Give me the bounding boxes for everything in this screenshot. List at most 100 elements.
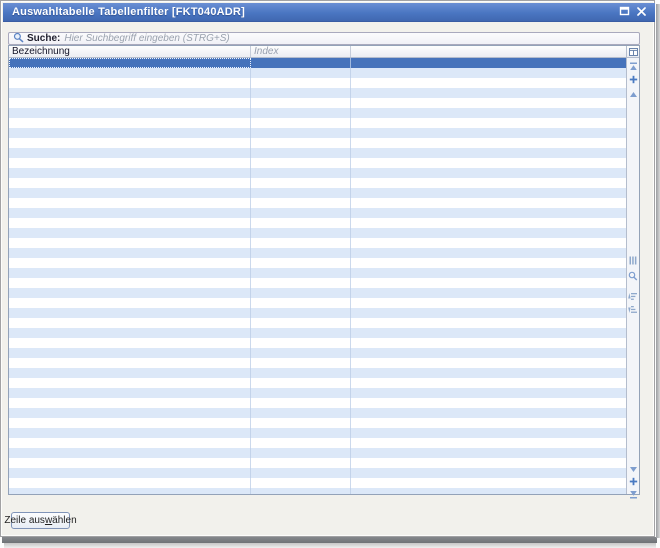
- table-row[interactable]: [9, 438, 626, 448]
- table-row[interactable]: [9, 348, 626, 358]
- search-bar[interactable]: Suche:: [8, 32, 640, 45]
- table-cell: [251, 458, 351, 468]
- table-row[interactable]: [9, 478, 626, 488]
- table-cell: [9, 88, 251, 98]
- table-row[interactable]: [9, 248, 626, 258]
- table-cell: [351, 388, 626, 398]
- table-row[interactable]: [9, 338, 626, 348]
- window-title: Auswahltabelle Tabellenfilter [FKT040ADR…: [3, 6, 245, 18]
- table-row[interactable]: [9, 308, 626, 318]
- table-cell: [251, 228, 351, 238]
- table-row[interactable]: [9, 188, 626, 198]
- table-cell: [351, 278, 626, 288]
- table-cell: [9, 198, 251, 208]
- table-row[interactable]: [9, 98, 626, 108]
- table-row[interactable]: [9, 168, 626, 178]
- table-row[interactable]: [9, 138, 626, 148]
- table-cell: [9, 258, 251, 268]
- table-row[interactable]: [9, 148, 626, 158]
- table-cell: [351, 348, 626, 358]
- sort-descending-button[interactable]: [627, 304, 639, 315]
- table-row[interactable]: [9, 108, 626, 118]
- table-row[interactable]: [9, 398, 626, 408]
- magnifier-small-icon: [628, 268, 638, 286]
- table-row[interactable]: [9, 328, 626, 338]
- table-cell: [251, 88, 351, 98]
- search-input[interactable]: [64, 33, 635, 44]
- column-header-index[interactable]: Index: [251, 46, 351, 57]
- table-cell: [9, 228, 251, 238]
- search-rows-button[interactable]: [627, 271, 639, 282]
- table-cell: [351, 198, 626, 208]
- table-row[interactable]: [9, 88, 626, 98]
- table-row-selected[interactable]: [9, 58, 626, 68]
- table-cell: [351, 58, 626, 68]
- table-row[interactable]: [9, 258, 626, 268]
- table-cell: [9, 298, 251, 308]
- table-row[interactable]: [9, 298, 626, 308]
- table-cell: [9, 448, 251, 458]
- table-row[interactable]: [9, 318, 626, 328]
- table-row[interactable]: [9, 408, 626, 418]
- table-row[interactable]: [9, 268, 626, 278]
- table-row[interactable]: [9, 288, 626, 298]
- titlebar[interactable]: Auswahltabelle Tabellenfilter [FKT040ADR…: [3, 3, 655, 22]
- table-cell: [251, 358, 351, 368]
- table-cell: [351, 478, 626, 488]
- table-cell: [9, 368, 251, 378]
- table-cell: [251, 148, 351, 158]
- scrollbar[interactable]: [626, 46, 639, 494]
- resize-grip-icon[interactable]: [627, 255, 639, 266]
- table-cell: [251, 418, 351, 428]
- window-bottom-shadow: [4, 543, 656, 548]
- table-cell: [9, 468, 251, 478]
- scroll-to-bottom-button[interactable]: [627, 489, 639, 500]
- table-row[interactable]: [9, 358, 626, 368]
- navigator-plus-top-button[interactable]: [627, 74, 639, 85]
- table-cell: [9, 238, 251, 248]
- table-row[interactable]: [9, 428, 626, 438]
- table-row[interactable]: [9, 388, 626, 398]
- table-row[interactable]: [9, 418, 626, 428]
- table-cell: [9, 178, 251, 188]
- table-cell: [9, 118, 251, 128]
- table-row[interactable]: [9, 78, 626, 88]
- table-cell: [251, 78, 351, 88]
- scroll-up-button[interactable]: [627, 88, 639, 99]
- table-row[interactable]: [9, 448, 626, 458]
- selection-table: Bezeichnung Index: [8, 45, 640, 495]
- table-row[interactable]: [9, 378, 626, 388]
- table-row[interactable]: [9, 368, 626, 378]
- table-row[interactable]: [9, 488, 626, 494]
- select-row-button[interactable]: Zeile auswählen: [11, 512, 70, 529]
- dialog-window: Auswahltabelle Tabellenfilter [FKT040ADR…: [0, 0, 655, 537]
- table-cell: [351, 268, 626, 278]
- close-window-button[interactable]: [635, 6, 648, 18]
- table-cell: [9, 338, 251, 348]
- table-row[interactable]: [9, 278, 626, 288]
- column-header-empty[interactable]: [351, 46, 626, 57]
- search-label: Suche:: [27, 33, 60, 44]
- table-row[interactable]: [9, 228, 626, 238]
- table-cell: [351, 358, 626, 368]
- table-row[interactable]: [9, 238, 626, 248]
- table-row[interactable]: [9, 198, 626, 208]
- table-cell: [251, 118, 351, 128]
- table-row[interactable]: [9, 68, 626, 78]
- table-row[interactable]: [9, 208, 626, 218]
- customize-columns-button[interactable]: [627, 46, 639, 58]
- table-row[interactable]: [9, 128, 626, 138]
- table-row[interactable]: [9, 218, 626, 228]
- table-row[interactable]: [9, 468, 626, 478]
- table-cell: [251, 288, 351, 298]
- restore-window-button[interactable]: [618, 6, 631, 18]
- table-row[interactable]: [9, 458, 626, 468]
- table-row[interactable]: [9, 178, 626, 188]
- table-cell: [351, 68, 626, 78]
- table-row[interactable]: [9, 158, 626, 168]
- table-cell: [251, 298, 351, 308]
- table-cell: [251, 238, 351, 248]
- table-cell: [9, 328, 251, 338]
- column-header-bezeichnung[interactable]: Bezeichnung: [9, 46, 251, 57]
- table-row[interactable]: [9, 118, 626, 128]
